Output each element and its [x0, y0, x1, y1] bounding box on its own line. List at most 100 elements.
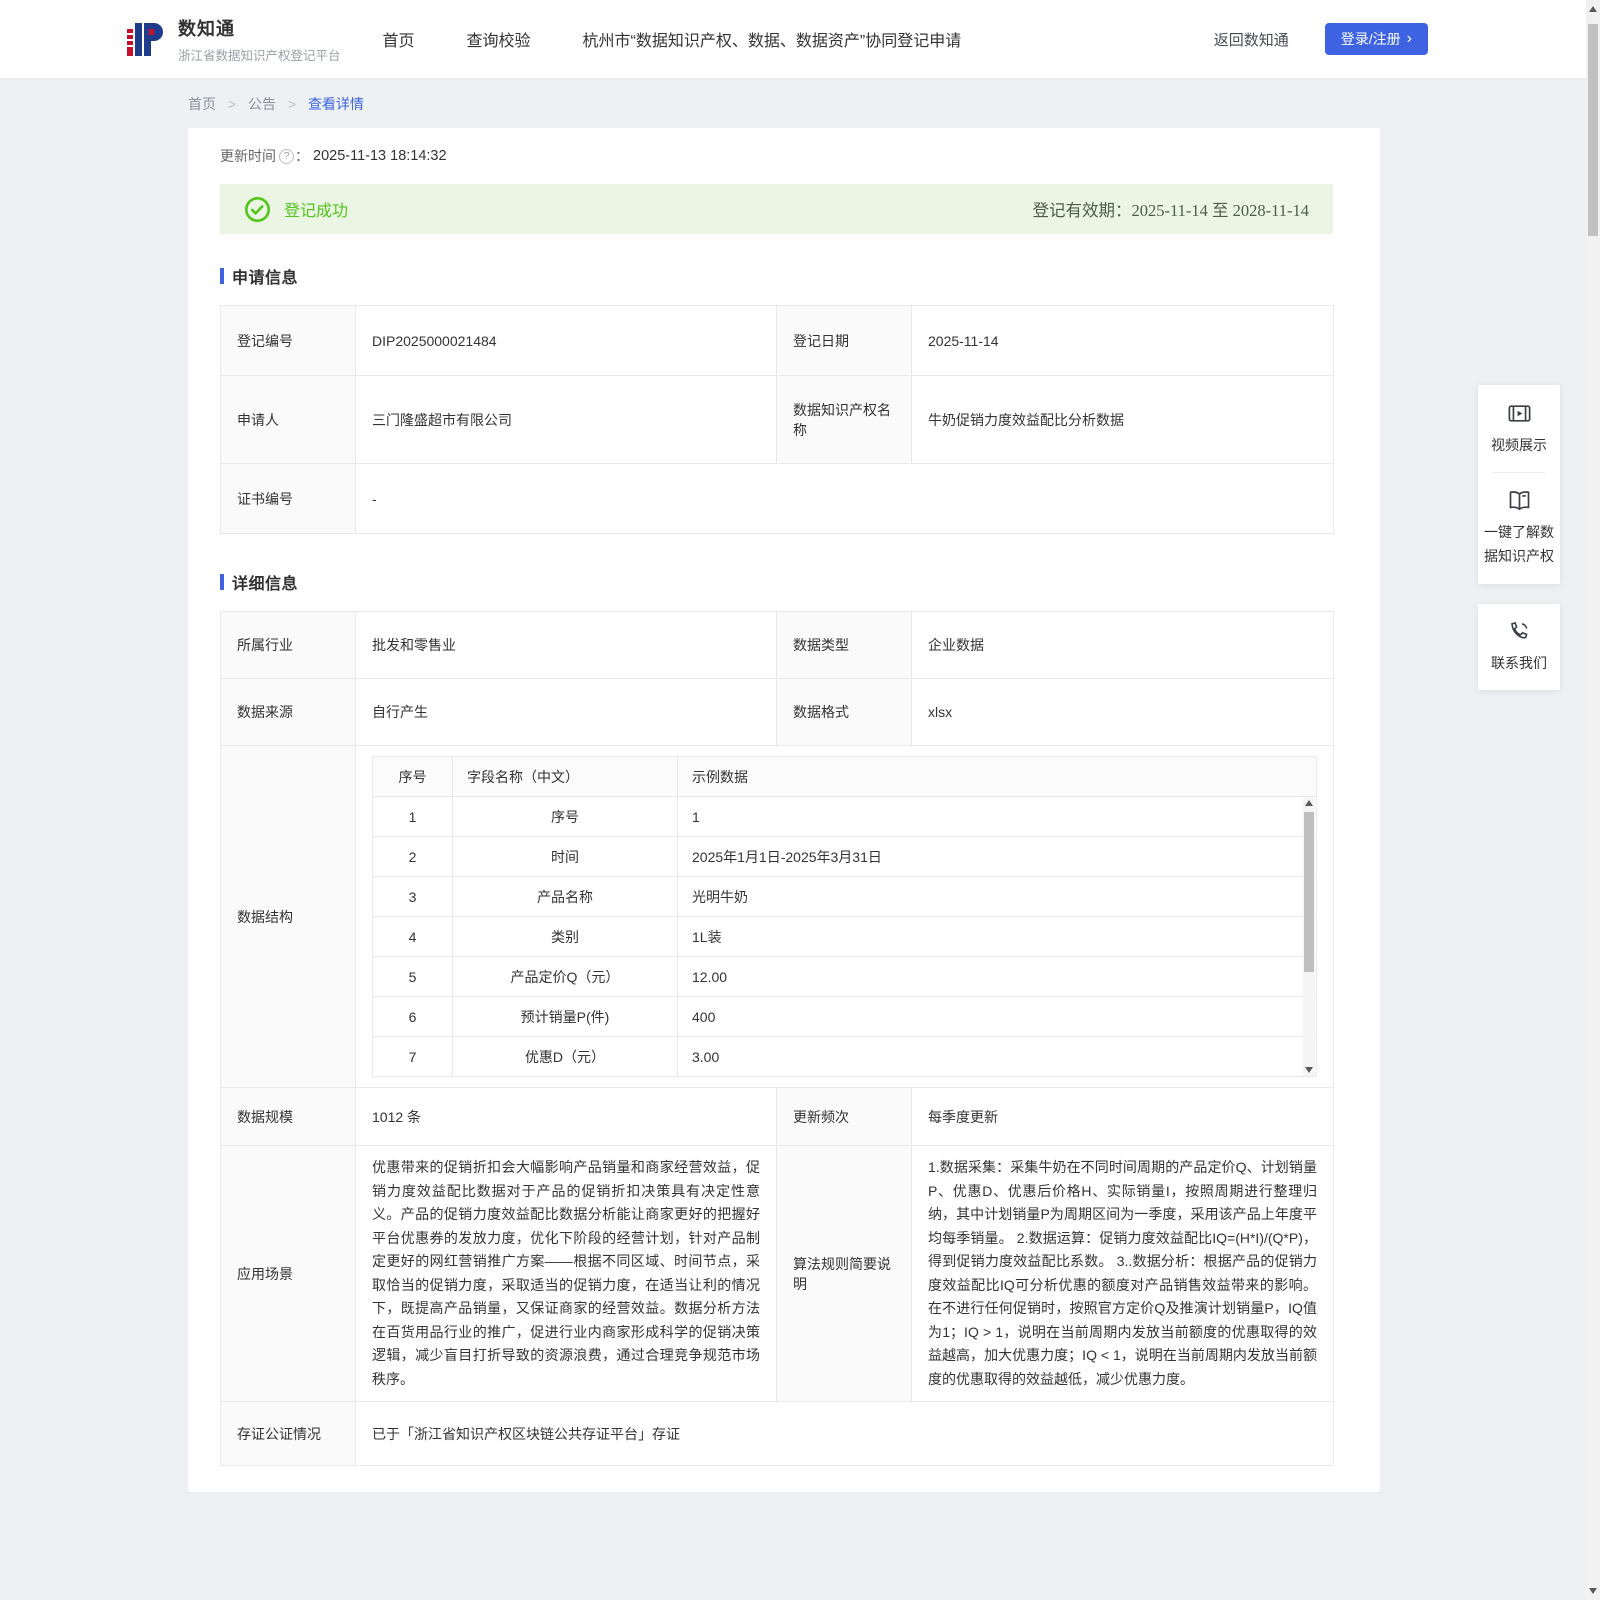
- update-time-colon: ：: [295, 148, 309, 164]
- table-row: 证书编号 -: [220, 463, 1334, 534]
- section-bar: [220, 268, 224, 284]
- nav-home[interactable]: 首页: [383, 27, 415, 51]
- data-type-label: 数据类型: [776, 611, 912, 679]
- cell-index: 3: [372, 876, 453, 917]
- data-structure-cell: 序号 字段名称（中文） 示例数据 1 序号 1 2 时间 2025年1月1日-2…: [355, 745, 1334, 1088]
- validity-value: 2025-11-14 至 2028-11-14: [1131, 201, 1309, 220]
- col-header-sample-data: 示例数据: [677, 756, 1317, 797]
- industry-label: 所属行业: [220, 611, 356, 679]
- applicant-value: 三门隆盛超市有限公司: [355, 375, 777, 464]
- application-scenario-value: 优惠带来的促销折扣会大幅影响产品销量和商家经营效益，促销力度效益配比数据对于产品…: [355, 1144, 777, 1403]
- contact-us-button[interactable]: 联系我们: [1483, 619, 1555, 676]
- section-detail-info: 详细信息: [220, 570, 1348, 594]
- video-demo-button[interactable]: 视频展示: [1483, 400, 1555, 458]
- one-click-guide-button[interactable]: 一键了解数据知识产权: [1483, 487, 1555, 569]
- breadcrumb-announcements[interactable]: 公告: [248, 96, 276, 112]
- cell-index: 4: [372, 916, 453, 957]
- cell-sample: 3.00: [677, 1036, 1317, 1077]
- industry-value: 批发和零售业: [355, 611, 777, 679]
- table-row: 所属行业 批发和零售业 数据类型 企业数据: [220, 611, 1334, 679]
- table-row: 申请人 三门隆盛超市有限公司 数据知识产权名称 牛奶促销力度效益配比分析数据: [220, 375, 1334, 464]
- update-frequency-value: 每季度更新: [911, 1087, 1334, 1146]
- update-time-label: 更新时间: [220, 148, 276, 164]
- table-row: 3 产品名称 光明牛奶: [372, 876, 1317, 917]
- main-nav: 首页 查询校验 杭州市“数据知识产权、数据、数据资产”协同登记申请: [383, 27, 962, 51]
- table-row: 7 优惠D（元） 3.00: [372, 1036, 1317, 1077]
- reg-date-label: 登记日期: [776, 305, 912, 376]
- table-row: 数据来源 自行产生 数据格式 xlsx: [220, 678, 1334, 746]
- logo[interactable]: 数知通 浙江省数据知识产权登记平台: [124, 15, 341, 64]
- contact-us-label: 联系我们: [1491, 654, 1547, 671]
- video-demo-label: 视频展示: [1491, 437, 1547, 453]
- data-structure-table: 序号 字段名称（中文） 示例数据 1 序号 1 2 时间 2025年1月1日-2…: [372, 756, 1317, 1077]
- algorithm-rules-label: 算法规则简要说明: [776, 1144, 912, 1403]
- table-row: 2 时间 2025年1月1日-2025年3月31日: [372, 836, 1317, 877]
- nav-hangzhou-joint-registration[interactable]: 杭州市“数据知识产权、数据、数据资产”协同登记申请: [583, 27, 962, 51]
- breadcrumb-current: 查看详情: [307, 96, 364, 112]
- phone-icon: [1511, 621, 1528, 638]
- scrollbar-thumb[interactable]: [1588, 24, 1598, 236]
- reg-date-value: 2025-11-14: [911, 305, 1334, 376]
- cell-index: 1: [372, 796, 453, 837]
- data-format-label: 数据格式: [776, 678, 912, 746]
- chevron-right-icon: ›: [1406, 30, 1412, 47]
- cell-index: 6: [372, 996, 453, 1037]
- float-card-bottom: 联系我们: [1478, 603, 1560, 690]
- question-circle-icon[interactable]: ?: [279, 148, 294, 164]
- ip-name-value: 牛奶促销力度效益配比分析数据: [911, 375, 1334, 464]
- logo-title: 数知通: [178, 18, 235, 39]
- table-row: 存证公证情况 已于「浙江省知识产权区块链公共存证平台」存证: [220, 1401, 1334, 1467]
- table-row: 6 预计销量P(件) 400: [372, 996, 1317, 1037]
- table-row: 5 产品定价Q（元） 12.00: [372, 956, 1317, 997]
- data-structure-label: 数据结构: [220, 745, 356, 1088]
- cert-no-label: 证书编号: [220, 463, 356, 534]
- breadcrumb-home[interactable]: 首页: [188, 96, 216, 112]
- section-application-info: 申请信息: [220, 264, 1348, 288]
- table-row: 登记编号 DIP2025000021484 登记日期 2025-11-14: [220, 305, 1334, 376]
- breadcrumb-separator: >: [227, 96, 237, 112]
- section-title-text: 详细信息: [232, 576, 299, 593]
- cell-sample: 400: [677, 996, 1317, 1037]
- data-structure-table-wrap: 序号 字段名称（中文） 示例数据 1 序号 1 2 时间 2025年1月1日-2…: [372, 756, 1317, 1077]
- top-header: 数知通 浙江省数据知识产权登记平台 首页 查询校验 杭州市“数据知识产权、数据、…: [0, 0, 1600, 78]
- section-title-text: 申请信息: [232, 270, 299, 287]
- cell-field-name: 产品定价Q（元）: [452, 956, 678, 997]
- table-header-row: 序号 字段名称（中文） 示例数据: [372, 756, 1317, 797]
- scroll-down-arrow-icon[interactable]: [1305, 1067, 1313, 1073]
- update-time-row: 更新时间 ? ： 2025-11-13 18:14:32: [220, 146, 1348, 166]
- applicant-label: 申请人: [220, 375, 356, 464]
- section-bar: [220, 574, 224, 590]
- registration-detail-card: 更新时间 ? ： 2025-11-13 18:14:32 登记成功 登记有效期：…: [188, 128, 1380, 1493]
- cell-field-name: 序号: [452, 796, 678, 837]
- cell-sample: 2025年1月1日-2025年3月31日: [677, 836, 1317, 877]
- validity-period: 登记有效期：2025-11-14 至 2028-11-14: [1032, 197, 1309, 221]
- table-row: 数据结构 序号 字段名称（中文） 示例数据 1 序号 1 2 时间 2025年1…: [220, 745, 1334, 1088]
- detail-info-table: 所属行业 批发和零售业 数据类型 企业数据 数据来源 自行产生 数据格式 xls…: [220, 611, 1334, 1467]
- notary-status-label: 存证公证情况: [220, 1401, 356, 1467]
- floating-side-panel: 视频展示 一键了解数据知识产权 联系我们: [1478, 385, 1560, 710]
- reg-no-value: DIP2025000021484: [355, 305, 777, 376]
- reg-no-label: 登记编号: [220, 305, 356, 376]
- data-type-value: 企业数据: [911, 611, 1334, 679]
- cell-field-name: 预计销量P(件): [452, 996, 678, 1037]
- scroll-up-arrow-icon[interactable]: [1305, 800, 1313, 806]
- nav-query-verify[interactable]: 查询校验: [467, 27, 531, 51]
- logo-subtitle: 浙江省数据知识产权登记平台: [178, 48, 341, 63]
- cell-field-name: 产品名称: [452, 876, 678, 917]
- cell-field-name: 类别: [452, 916, 678, 957]
- cell-sample: 12.00: [677, 956, 1317, 997]
- scrollbar-thumb[interactable]: [1304, 812, 1314, 972]
- logo-text: 数知通 浙江省数据知识产权登记平台: [178, 15, 341, 64]
- inner-table-scrollbar[interactable]: [1303, 797, 1315, 1076]
- col-header-field-name: 字段名称（中文）: [452, 756, 678, 797]
- login-register-button[interactable]: 登录/注册 ›: [1324, 23, 1428, 55]
- check-circle-icon: [245, 196, 270, 222]
- application-scenario-label: 应用场景: [220, 1144, 356, 1403]
- back-to-shuzhitong-link[interactable]: 返回数知通: [1214, 29, 1289, 50]
- cell-sample: 光明牛奶: [677, 876, 1317, 917]
- scroll-up-arrow-icon[interactable]: [1589, 6, 1597, 12]
- page-scrollbar[interactable]: [1586, 0, 1600, 1600]
- scroll-down-arrow-icon[interactable]: [1589, 1588, 1597, 1594]
- table-row: 4 类别 1L装: [372, 916, 1317, 957]
- table-row: 数据规模 1012 条 更新频次 每季度更新: [220, 1087, 1334, 1146]
